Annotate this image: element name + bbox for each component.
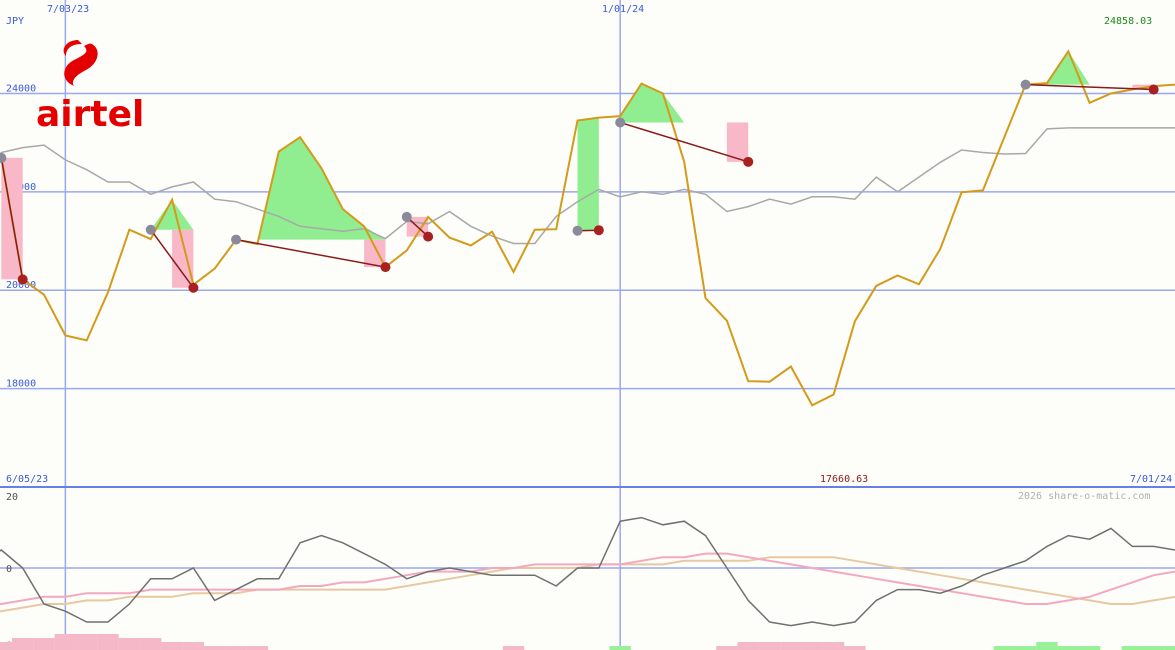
- histogram-bar: [12, 638, 34, 650]
- grid: 18000200002200024000200-20: [0, 0, 1175, 650]
- histogram-bar: [140, 638, 162, 650]
- swing-low-marker: [188, 282, 199, 293]
- histogram-bar: [1036, 642, 1058, 650]
- swing-high-marker: [145, 224, 156, 235]
- swing-fill-up: [1025, 51, 1154, 85]
- currency-label: JPY: [6, 16, 24, 27]
- osc-fast-line: [0, 552, 1175, 606]
- swing-connector: [235, 238, 386, 268]
- swing-high-marker: [1020, 79, 1031, 90]
- swing-low-marker: [593, 225, 604, 236]
- date-top-left: 7/03/23: [47, 4, 89, 15]
- chart-stage: 18000200002200024000200-20 JPY 7/03/23 1…: [0, 0, 1175, 650]
- histogram-bar: [246, 646, 269, 650]
- histogram-bar: [1014, 646, 1037, 650]
- histogram-bar: [33, 638, 55, 650]
- osc-main-line: [0, 516, 1175, 627]
- histogram-bar: [780, 642, 802, 650]
- date-top-mid: 1/01/24: [602, 4, 644, 15]
- swing-low-marker: [1148, 84, 1159, 95]
- swing-fill-up: [577, 117, 599, 231]
- airtel-logo: airtel: [36, 40, 144, 135]
- swing-low-marker: [743, 156, 754, 167]
- swing-low-marker: [380, 262, 391, 273]
- histogram-bar: [801, 642, 823, 650]
- airtel-swirl-icon: [63, 40, 98, 86]
- histogram-bar: [182, 642, 205, 650]
- price-chart: 18000200002200024000200-20 JPY 7/03/23 1…: [0, 0, 1175, 650]
- histogram-bar: [54, 634, 77, 650]
- osc-tick-label: 20: [6, 492, 18, 503]
- y-tick-label: 18000: [6, 379, 36, 390]
- histogram-bar: [1121, 646, 1143, 650]
- histogram-bar: [225, 646, 247, 650]
- swing-high-marker: [572, 225, 583, 236]
- max-value-label: 24858.03: [1104, 16, 1152, 27]
- swing-high-marker: [231, 234, 242, 245]
- airtel-logo-text: airtel: [36, 94, 144, 135]
- date-start: 6/05/23: [6, 474, 48, 485]
- copyright: 2026 share-o-matic.com: [1018, 491, 1150, 502]
- histogram-bar: [0, 642, 13, 650]
- swing-high-marker: [401, 211, 412, 222]
- histogram-bar: [844, 646, 866, 650]
- histogram-bar: [204, 646, 226, 650]
- osc-tick-label: 0: [6, 564, 12, 575]
- histogram-bar: [716, 646, 738, 650]
- histogram-bar: [737, 642, 759, 650]
- histogram-bar: [1142, 646, 1165, 650]
- histogram-bar: [609, 646, 631, 650]
- histogram-bar: [502, 646, 525, 650]
- histogram-bar: [161, 642, 183, 650]
- swing-fill-up: [620, 83, 749, 123]
- histogram-bar: [1078, 646, 1101, 650]
- swing-low-marker: [17, 274, 28, 285]
- histogram-bar: [1057, 646, 1079, 650]
- y-tick-label: 24000: [6, 83, 36, 94]
- swing-low-marker: [423, 231, 434, 242]
- histogram-bar: [1164, 646, 1175, 650]
- histogram-bar: [758, 642, 781, 650]
- swing-fills: [1, 51, 1154, 288]
- swing-high-marker: [615, 117, 626, 128]
- histogram-bar: [993, 646, 1015, 650]
- min-value-label: 17660.63: [820, 474, 868, 485]
- date-end: 7/01/24: [1130, 474, 1172, 485]
- histogram-bar: [118, 638, 141, 650]
- histogram-bar: [822, 642, 845, 650]
- histogram-bar: [97, 634, 119, 650]
- histogram-bar: [76, 634, 98, 650]
